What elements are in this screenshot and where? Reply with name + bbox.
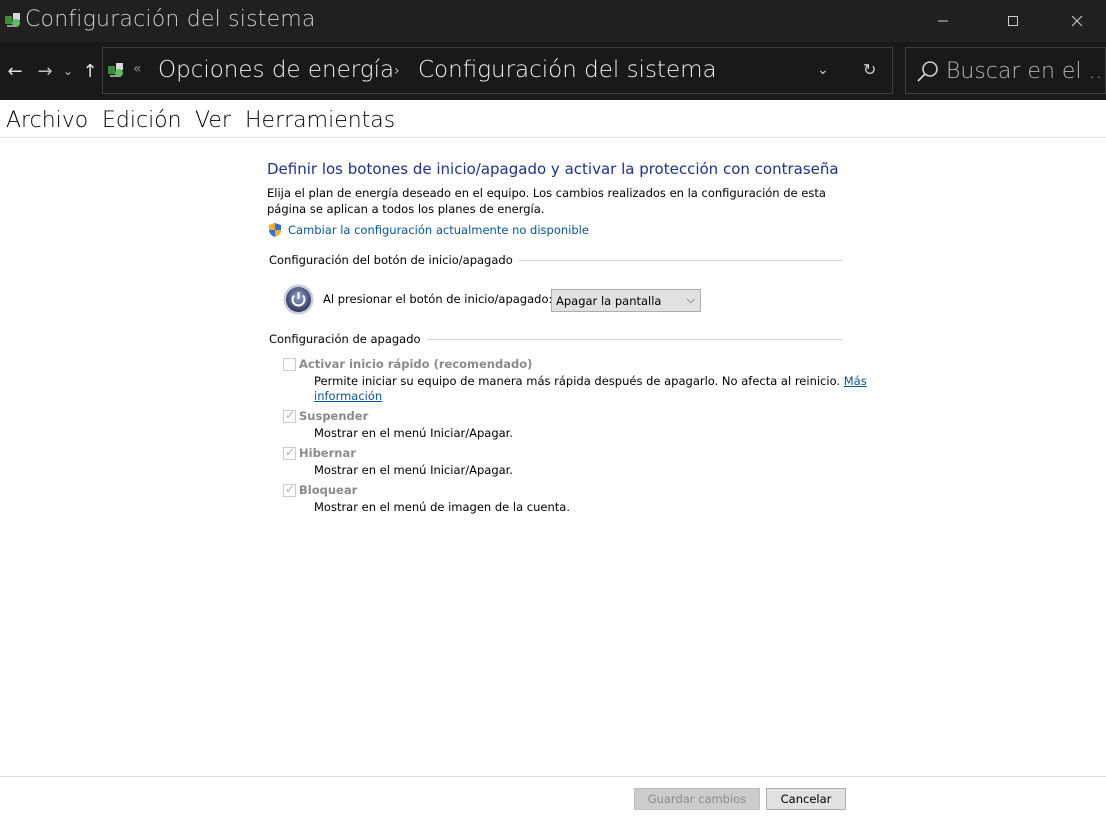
hibernate-description: Mostrar en el menú Iniciar/Apagar. [314, 463, 514, 477]
navigation-bar: ← → ⌄ ↑ « Opciones de energía › Configur… [0, 42, 1106, 100]
recent-locations-button[interactable]: ⌄ [60, 57, 76, 85]
change-unavailable-settings-link[interactable]: Cambiar la configuración actualmente no … [267, 222, 589, 238]
menu-bar: Archivo Edición Ver Herramientas [0, 100, 1106, 138]
search-icon [917, 61, 938, 82]
sleep-description: Mostrar en el menú Iniciar/Apagar. [314, 426, 514, 440]
fast-startup-label: Activar inicio rápido (recomendado) [299, 357, 533, 371]
control-panel-icon [5, 13, 20, 27]
hibernate-checkbox[interactable] [283, 445, 296, 460]
breadcrumb-separator-icon[interactable]: › [394, 63, 400, 79]
main-content: Definir los botones de inicio/apagado y … [0, 138, 1106, 776]
lock-label: Bloquear [299, 483, 358, 497]
control-panel-icon [108, 63, 123, 77]
close-icon [1071, 15, 1083, 27]
address-bar[interactable]: « Opciones de energía › Configuración de… [102, 47, 893, 94]
address-dropdown-icon[interactable]: ⌄ [817, 62, 829, 78]
cancel-button[interactable]: Cancelar [766, 788, 846, 810]
refresh-icon[interactable]: ↻ [863, 60, 876, 79]
back-arrow-icon: ← [7, 60, 23, 82]
fast-startup-description: Permite iniciar su equipo de manera más … [314, 374, 867, 388]
fast-startup-checkbox[interactable] [283, 357, 296, 371]
title-bar[interactable]: Configuración del sistema [0, 0, 1106, 42]
page-description: Elija el plan de energía deseado en el e… [267, 186, 826, 216]
maximize-icon [1008, 16, 1018, 26]
fast-startup-option[interactable]: Activar inicio rápido (recomendado) [283, 357, 532, 371]
power-button-action-select[interactable]: Apagar la pantalla ⌵ [551, 289, 701, 312]
window: Configuración del sistema ← → ⌄ ↑ « Opci… [0, 0, 1106, 820]
back-button[interactable]: ← [4, 57, 26, 85]
search-box[interactable] [905, 47, 1106, 94]
power-button-action-label: Al presionar el botón de inicio/apagado: [323, 292, 553, 306]
save-changes-button[interactable]: Guardar cambios [634, 788, 760, 810]
menu-herramientas[interactable]: Herramientas [245, 108, 395, 133]
menu-archivo[interactable]: Archivo [6, 108, 88, 133]
fast-startup-description-text: Permite iniciar su equipo de manera más … [314, 374, 841, 388]
up-arrow-icon: ↑ [82, 60, 98, 82]
hibernate-label: Hibernar [299, 446, 356, 460]
lock-option[interactable]: Bloquear [283, 482, 358, 497]
menu-ver[interactable]: Ver [195, 108, 231, 133]
up-button[interactable]: ↑ [79, 57, 101, 85]
chevron-down-icon: ⌄ [62, 64, 74, 78]
fast-startup-description-line2: información [314, 389, 382, 403]
breadcrumb-system-settings[interactable]: Configuración del sistema [418, 57, 717, 83]
section-divider [413, 339, 842, 340]
lock-description: Mostrar en el menú de imagen de la cuent… [314, 500, 570, 514]
minimize-icon [938, 20, 948, 22]
more-info-link[interactable]: Más [844, 374, 867, 388]
breadcrumb-overflow-icon[interactable]: « [133, 61, 142, 77]
hibernate-option[interactable]: Hibernar [283, 445, 356, 460]
search-input[interactable] [946, 56, 1104, 86]
maximize-button[interactable] [978, 0, 1048, 42]
power-button-section-title: Configuración del botón de inicio/apagad… [269, 253, 519, 267]
uac-shield-icon [269, 223, 281, 237]
forward-arrow-icon: → [37, 60, 53, 82]
close-button[interactable] [1048, 0, 1106, 42]
change-unavailable-settings-label[interactable]: Cambiar la configuración actualmente no … [288, 223, 589, 237]
more-info-link-continued[interactable]: información [314, 389, 382, 403]
sleep-label: Suspender [299, 409, 369, 423]
section-divider [503, 260, 842, 261]
lock-checkbox[interactable] [283, 482, 296, 497]
shutdown-section-title: Configuración de apagado [269, 332, 427, 346]
power-button-action-value: Apagar la pantalla [556, 294, 662, 308]
menu-edicion[interactable]: Edición [102, 108, 182, 133]
breadcrumb-power-options[interactable]: Opciones de energía [158, 57, 394, 83]
window-title: Configuración del sistema [25, 7, 316, 32]
sleep-option[interactable]: Suspender [283, 408, 369, 423]
power-button-icon [283, 284, 314, 315]
sleep-checkbox[interactable] [283, 408, 296, 423]
chevron-down-icon: ⌵ [686, 293, 695, 306]
footer-bar: Guardar cambios Cancelar [0, 776, 1106, 820]
page-title: Definir los botones de inicio/apagado y … [267, 160, 839, 178]
forward-button[interactable]: → [34, 57, 56, 85]
minimize-button[interactable] [908, 0, 978, 42]
